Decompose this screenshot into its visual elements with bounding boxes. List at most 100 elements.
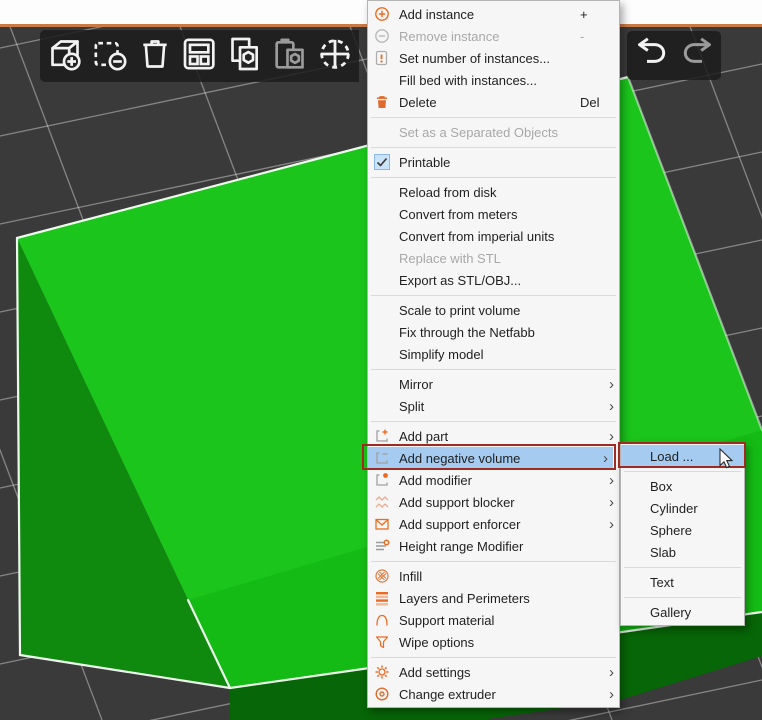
- blank-icon: [373, 124, 390, 140]
- menu-item-add-instance[interactable]: Add instance+: [368, 3, 619, 25]
- redo-button[interactable]: [674, 32, 719, 80]
- menu-item-fix-through-the-netfabb[interactable]: Fix through the Netfabb: [368, 321, 619, 343]
- menu-item-add-part[interactable]: Add part›: [368, 425, 619, 447]
- menu-item-printable[interactable]: Printable: [368, 151, 619, 173]
- menu-separator: [368, 143, 619, 151]
- delete-all-button[interactable]: [132, 32, 177, 80]
- menu-item-label: Layers and Perimeters: [399, 591, 580, 606]
- copy-button[interactable]: [222, 32, 267, 80]
- menu-item-support-material[interactable]: Support material: [368, 609, 619, 631]
- menu-item-fill-bed-with-instances[interactable]: Fill bed with instances...: [368, 69, 619, 91]
- paste-button[interactable]: [267, 32, 312, 80]
- menu-item-shortcut: Del: [580, 95, 604, 110]
- crosshair-add-icon: [315, 34, 355, 79]
- menu-item-label: Convert from imperial units: [399, 229, 580, 244]
- submenu-arrow-icon: ›: [604, 473, 619, 488]
- menu-item-label: Remove instance: [399, 29, 580, 44]
- menu-item-cylinder[interactable]: Cylinder: [621, 497, 744, 519]
- menu-item-convert-from-imperial-units[interactable]: Convert from imperial units: [368, 225, 619, 247]
- wipe-icon: [373, 634, 390, 650]
- menu-item-add-negative-volume[interactable]: Add negative volume›: [368, 447, 613, 469]
- menu-item-label: Gallery: [650, 605, 744, 620]
- menu-item-label: Add negative volume: [399, 451, 574, 466]
- support-material-icon: [373, 612, 390, 628]
- submenu-arrow-icon: ›: [604, 687, 619, 702]
- menu-item-change-extruder[interactable]: Change extruder ›: [368, 683, 619, 705]
- arrange-button[interactable]: [177, 32, 222, 80]
- menu-item-add-support-blocker[interactable]: Add support blocker›: [368, 491, 619, 513]
- menu-item-reload-from-disk[interactable]: Reload from disk: [368, 181, 619, 203]
- arrange-icon: [180, 34, 220, 79]
- menu-item-shortcut: -: [580, 29, 604, 44]
- menu-separator: [368, 113, 619, 121]
- menu-item-label: Text: [650, 575, 744, 590]
- redo-icon: [677, 33, 717, 78]
- menu-item-label: Delete: [399, 95, 580, 110]
- menu-item-text[interactable]: Text: [621, 571, 744, 593]
- undo-button[interactable]: [629, 32, 674, 80]
- layers-icon: [373, 590, 390, 606]
- add-object-button[interactable]: [42, 32, 87, 80]
- menu-item-convert-from-meters[interactable]: Convert from meters: [368, 203, 619, 225]
- gear-icon: [373, 664, 390, 680]
- menu-item-label: Set as a Separated Objects: [399, 125, 580, 140]
- menu-item-export-as-stl-obj[interactable]: Export as STL/OBJ...: [368, 269, 619, 291]
- menu-item-label: Change extruder: [399, 687, 580, 702]
- menu-separator: [621, 593, 744, 601]
- menu-separator: [621, 563, 744, 571]
- menu-item-simplify-model[interactable]: Simplify model: [368, 343, 619, 365]
- menu-item-slab[interactable]: Slab: [621, 541, 744, 563]
- printable-check-icon: [373, 154, 390, 170]
- cube-add-icon: [45, 34, 85, 79]
- menu-item-box[interactable]: Box: [621, 475, 744, 497]
- menu-item-label: Convert from meters: [399, 207, 580, 222]
- trash-large-icon: [135, 34, 175, 79]
- menu-item-label: Simplify model: [399, 347, 580, 362]
- blank-icon: [373, 206, 390, 222]
- menu-item-load[interactable]: Load ...: [621, 445, 744, 467]
- menu-item-add-support-enforcer[interactable]: Add support enforcer›: [368, 513, 619, 535]
- menu-item-label: Export as STL/OBJ...: [399, 273, 580, 288]
- menu-item-set-as-a-separated-objects: Set as a Separated Objects: [368, 121, 619, 143]
- menu-item-delete[interactable]: DeleteDel: [368, 91, 619, 113]
- menu-item-label: Cylinder: [650, 501, 744, 516]
- blank-icon: [373, 72, 390, 88]
- height-range-icon: [373, 538, 390, 554]
- menu-item-label: Height range Modifier: [399, 539, 580, 554]
- add-negative-volume-submenu: Load ... Box Cylinder Sphere Slab Text Gallery: [620, 442, 745, 626]
- menu-item-scale-to-print-volume[interactable]: Scale to print volume: [368, 299, 619, 321]
- menu-item-replace-with-stl: Replace with STL: [368, 247, 619, 269]
- instances-count-icon: [373, 50, 390, 66]
- menu-item-gallery[interactable]: Gallery: [621, 601, 744, 623]
- blank-icon: [373, 302, 390, 318]
- menu-item-add-settings[interactable]: Add settings›: [368, 661, 619, 683]
- submenu-arrow-icon: ›: [604, 399, 619, 414]
- menu-item-label: Reload from disk: [399, 185, 580, 200]
- submenu-arrow-icon: ›: [604, 517, 619, 532]
- menu-item-add-modifier[interactable]: Add modifier›: [368, 469, 619, 491]
- add-instance-tool-button[interactable]: [312, 32, 357, 80]
- infill-icon: [373, 568, 390, 584]
- plus-circle-icon: [373, 6, 390, 22]
- menu-item-label: Add settings: [399, 665, 580, 680]
- menu-separator: [368, 173, 619, 181]
- menu-item-height-range-modifier[interactable]: Height range Modifier: [368, 535, 619, 557]
- menu-item-layers-and-perimeters[interactable]: Layers and Perimeters: [368, 587, 619, 609]
- menu-separator: [368, 557, 619, 565]
- blank-icon: [373, 184, 390, 200]
- menu-item-mirror[interactable]: Mirror›: [368, 373, 619, 395]
- remove-object-button[interactable]: [87, 32, 132, 80]
- menu-item-label: Sphere: [650, 523, 744, 538]
- menu-item-split[interactable]: Split›: [368, 395, 619, 417]
- menu-item-set-number-of-instances[interactable]: Set number of instances...: [368, 47, 619, 69]
- blank-icon: [373, 324, 390, 340]
- menu-item-wipe-options[interactable]: Wipe options: [368, 631, 619, 653]
- menu-item-infill[interactable]: Infill: [368, 565, 619, 587]
- copy-icon: [225, 34, 265, 79]
- menu-item-shortcut: +: [580, 7, 604, 22]
- blank-icon: [373, 346, 390, 362]
- menu-item-label: Box: [650, 479, 744, 494]
- menu-item-sphere[interactable]: Sphere: [621, 519, 744, 541]
- submenu-arrow-icon: ›: [604, 429, 619, 444]
- menu-item-label: Replace with STL: [399, 251, 580, 266]
